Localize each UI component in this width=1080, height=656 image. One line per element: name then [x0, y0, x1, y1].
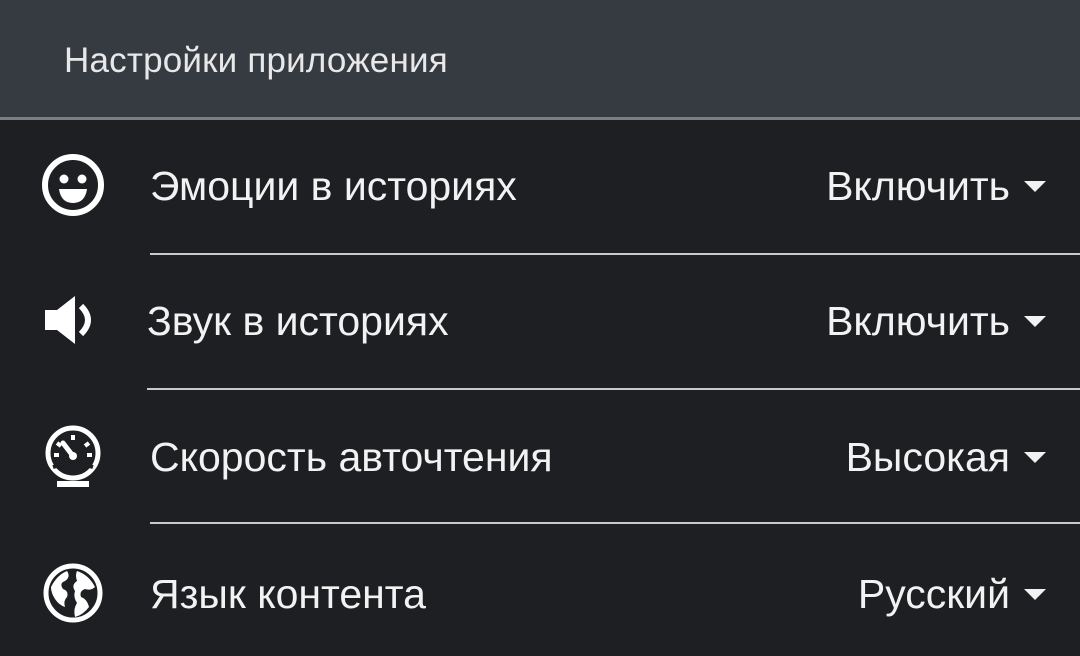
speaker-icon: [38, 285, 108, 355]
caret-down-icon: [1024, 588, 1046, 600]
setting-row-sound[interactable]: Звук в историях Включить: [0, 255, 1080, 387]
smiley-icon: [38, 150, 108, 220]
globe-icon: [38, 558, 108, 628]
speedometer-icon: [38, 422, 108, 492]
caret-down-icon: [1024, 315, 1046, 327]
setting-value-language: Русский: [857, 571, 1010, 617]
setting-label-emotions: Эмоции в историях: [150, 163, 517, 209]
setting-value-speed: Высокая: [845, 434, 1010, 480]
setting-value-sound: Включить: [826, 298, 1010, 344]
setting-dropdown-sound[interactable]: Включить: [826, 297, 1046, 345]
app-header: Настройки приложения: [0, 0, 1080, 120]
caret-down-icon: [1024, 451, 1046, 463]
setting-dropdown-language[interactable]: Русский: [858, 570, 1046, 618]
setting-label-sound: Звук в историях: [147, 298, 449, 344]
setting-dropdown-speed[interactable]: Высокая: [846, 433, 1046, 481]
setting-label-speed: Скорость авточтения: [150, 434, 553, 480]
setting-label-language: Язык контента: [150, 571, 426, 617]
setting-value-emotions: Включить: [826, 163, 1010, 209]
setting-row-language[interactable]: Язык контента Русский: [0, 524, 1080, 656]
setting-row-speed[interactable]: Скорость авточтения Высокая: [0, 390, 1080, 522]
setting-dropdown-emotions[interactable]: Включить: [826, 162, 1046, 210]
setting-row-emotions[interactable]: Эмоции в историях Включить: [0, 120, 1080, 252]
caret-down-icon: [1024, 180, 1046, 192]
page-title: Настройки приложения: [64, 41, 448, 80]
